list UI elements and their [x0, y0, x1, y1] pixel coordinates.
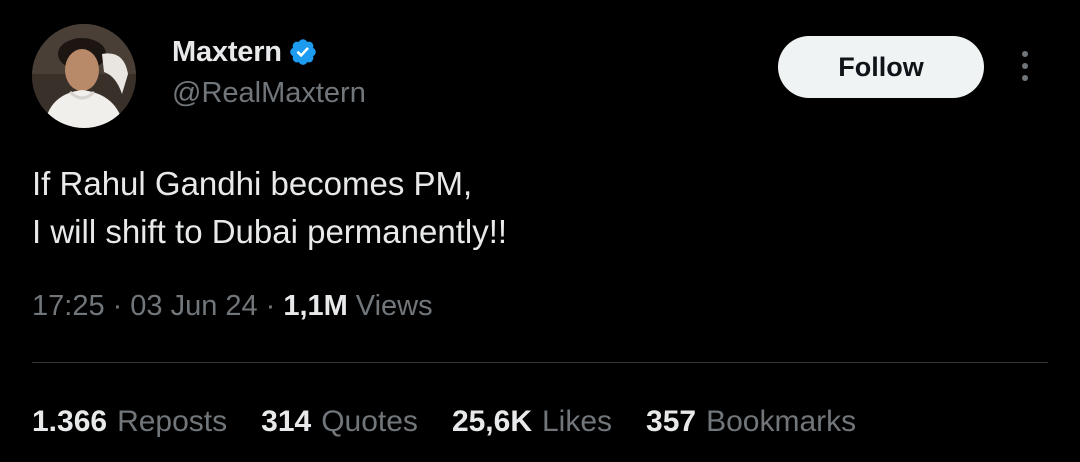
quotes-stat[interactable]: 314 Quotes	[261, 405, 418, 439]
tweet-text-line: I will shift to Dubai permanently!!	[32, 213, 508, 250]
more-vertical-icon[interactable]	[1010, 46, 1040, 86]
likes-count: 25,6K	[451, 405, 532, 438]
display-name[interactable]: Maxtern	[172, 36, 282, 69]
quotes-label: Quotes	[321, 405, 418, 438]
bookmarks-stat[interactable]: 357 Bookmarks	[646, 405, 856, 439]
tweet-date[interactable]: 03 Jun 24	[130, 290, 257, 323]
likes-stat[interactable]: 25,6K Likes	[452, 405, 612, 439]
tweet-meta: 17:25 · 03 Jun 24 · 1,1M Views	[32, 290, 433, 323]
tweet-text-line: If Rahul Gandhi becomes PM,	[32, 165, 473, 202]
divider	[32, 362, 1048, 363]
views-label: Views	[355, 290, 433, 322]
bookmarks-label: Bookmarks	[706, 405, 857, 438]
engagement-stats: 1.366 Reposts 314 Quotes 25,6K Likes 357…	[32, 405, 890, 439]
reposts-stat[interactable]: 1.366 Reposts	[32, 405, 227, 439]
follow-button[interactable]: Follow	[778, 36, 984, 98]
meta-separator: ·	[112, 290, 123, 322]
meta-separator: ·	[265, 290, 276, 322]
bookmarks-count: 357	[646, 405, 697, 438]
tweet-card: Maxtern @RealMaxtern Follow If Rahul Gan…	[0, 0, 1080, 462]
verified-badge-icon[interactable]	[288, 37, 318, 67]
avatar[interactable]	[32, 24, 136, 128]
reposts-count: 1.366	[32, 405, 108, 438]
quotes-count: 314	[261, 405, 312, 438]
tweet-time[interactable]: 17:25	[32, 290, 105, 323]
tweet-text: If Rahul Gandhi becomes PM, I will shift…	[32, 160, 507, 256]
reposts-label: Reposts	[117, 405, 228, 438]
likes-label: Likes	[542, 405, 613, 438]
author-handle[interactable]: @RealMaxtern	[172, 77, 366, 110]
author-name-row[interactable]: Maxtern	[172, 34, 318, 70]
views-count[interactable]: 1,1M	[283, 290, 347, 323]
